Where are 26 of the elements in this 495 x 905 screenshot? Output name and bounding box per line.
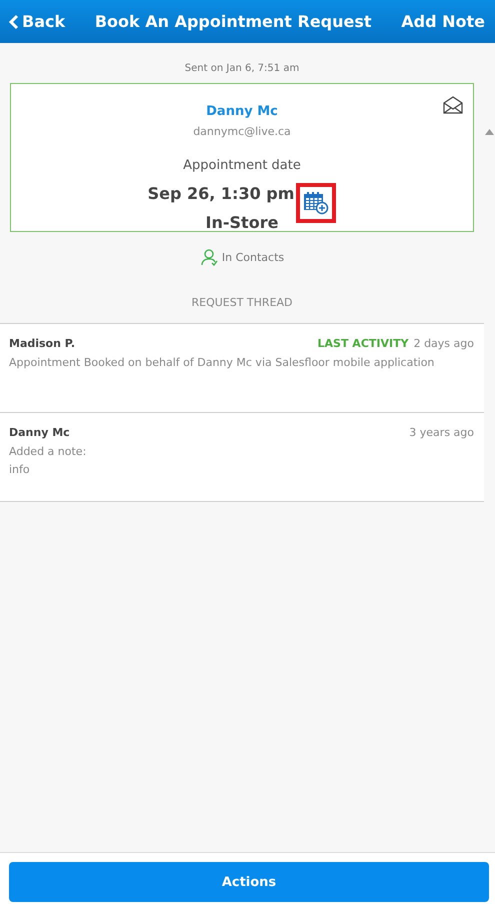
- appointment-location: In-Store: [206, 213, 278, 232]
- customer-email: dannymc@live.ca: [193, 125, 291, 138]
- person-check-icon: [200, 248, 218, 266]
- author-name: Madison P.: [9, 337, 75, 350]
- page-title: Book An Appointment Request: [94, 12, 372, 31]
- customer-name: Danny Mc: [206, 104, 278, 119]
- date-label: Appointment date: [183, 158, 301, 173]
- scroll-up-icon[interactable]: [485, 129, 494, 135]
- message-text: Added a note:: [9, 445, 88, 458]
- timestamp: 2 days ago: [414, 337, 474, 350]
- back-button[interactable]: Back: [9, 12, 66, 31]
- actions-button[interactable]: Actions: [9, 862, 489, 902]
- add-to-calendar-button[interactable]: [296, 183, 336, 223]
- timestamp: 3 years ago: [409, 426, 474, 439]
- message-text: info: [9, 463, 31, 476]
- sent-date: Sent on Jan 6, 7:51 am: [184, 63, 300, 74]
- contact-status: In Contacts: [222, 250, 284, 264]
- calendar-plus-icon: [303, 191, 330, 215]
- author-name: Danny Mc: [9, 426, 70, 439]
- message-text: Appointment Booked on behalf of Danny Mc via Salesfloor mobile application: [9, 356, 436, 369]
- envelope-icon[interactable]: [443, 96, 463, 114]
- add-note-button[interactable]: Add Note: [401, 12, 485, 31]
- section-heading: REQUEST THREAD: [190, 296, 294, 309]
- chevron-left-icon: [9, 14, 19, 30]
- activity-label: LAST ACTIVITY: [318, 337, 409, 350]
- appointment-date: Sep 26, 1:30 pm: [148, 184, 294, 202]
